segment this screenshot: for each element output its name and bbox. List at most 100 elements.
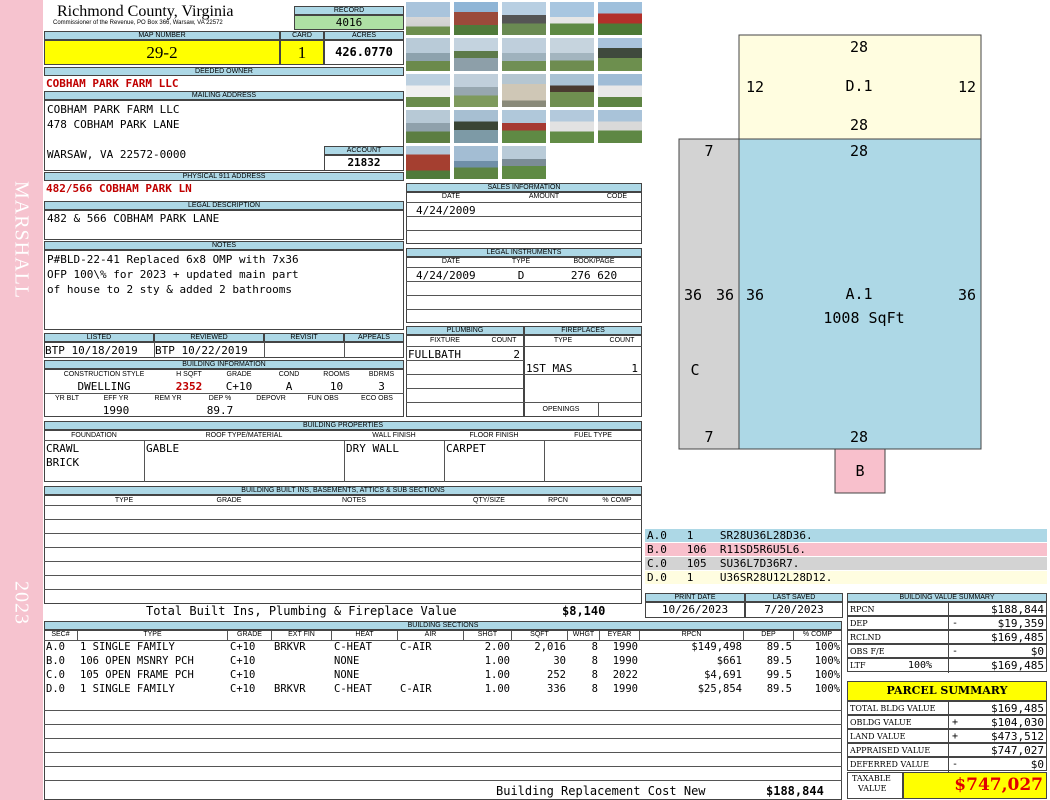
bi2-h-qty: QTY/SIZE: [473, 497, 505, 504]
photo-23[interactable]: [501, 145, 547, 180]
photo-15[interactable]: [597, 73, 643, 108]
section-cell: 1.00: [484, 655, 510, 667]
section-cell: C+10: [230, 655, 256, 667]
section-cell: 100%: [814, 683, 840, 695]
section-cell: $25,854: [697, 683, 742, 695]
section-cell: $4,691: [704, 669, 742, 681]
photo-12[interactable]: [453, 73, 499, 108]
section-cell: 100%: [814, 641, 840, 653]
photo-14[interactable]: [549, 73, 595, 108]
summary-label: OBLDG VALUE: [850, 718, 912, 727]
section-cell: 1990: [612, 683, 638, 695]
summary-value: $169,485: [991, 659, 1044, 672]
dim-a-bottom: 28: [850, 428, 868, 446]
summary-value: $169,485: [991, 702, 1044, 715]
photo-17[interactable]: [453, 109, 499, 144]
bi-cond: A: [285, 380, 293, 393]
parcel-summary-title: PARCEL SUMMARY: [847, 681, 1047, 701]
section-cell: 2,016: [534, 641, 566, 653]
sections-h-4: HEAT: [332, 631, 398, 640]
sections-h-1: TYPE: [78, 631, 228, 640]
photo-1[interactable]: [405, 1, 451, 36]
sections-h-6: SHGT: [464, 631, 512, 640]
bi-dep: 89.7: [206, 404, 234, 417]
bp-floor: CARPET: [446, 442, 486, 455]
last-saved: 7/20/2023: [745, 602, 843, 618]
bi2-h-grade: GRADE: [216, 497, 242, 504]
sections-h-8: WHGT: [568, 631, 600, 640]
photo-11[interactable]: [405, 73, 451, 108]
dim-a-top: 28: [850, 142, 868, 160]
dim-a-right: 36: [958, 286, 976, 304]
plumb-h-fixture: FIXTURE: [430, 337, 460, 344]
photo-16[interactable]: [405, 109, 451, 144]
photo-7[interactable]: [453, 37, 499, 72]
photo-18[interactable]: [501, 109, 547, 144]
photo-13[interactable]: [501, 73, 547, 108]
ps-rows-row: LAND VALUE + $473,512: [847, 729, 1047, 744]
label-a1-area: 1008 SqFt: [823, 309, 904, 327]
sections-h-5: AIR: [398, 631, 464, 640]
summary-label: OBS F/E: [850, 647, 885, 656]
legal-description-label: LEGAL DESCRIPTION: [44, 201, 404, 210]
photo-10[interactable]: [597, 37, 643, 72]
photo-8[interactable]: [501, 37, 547, 72]
bi-h-cond: COND: [278, 371, 300, 378]
section-cell: 1 SINGLE FAMILY: [80, 683, 175, 695]
vs-rows-row: RPCN $188,844: [847, 602, 1047, 617]
reviewed-label: REVIEWED: [154, 333, 264, 342]
section-cell: 2022: [612, 669, 638, 681]
summary-label: RPCN: [850, 605, 875, 614]
section-cell: 100%: [814, 655, 840, 667]
photo-5[interactable]: [597, 1, 643, 36]
bp-h-wall: WALL FINISH: [372, 432, 416, 439]
section-cell: 8: [591, 683, 598, 695]
bi-h-yrblt: YR BLT: [55, 395, 79, 402]
summary-label: TOTAL BLDG VALUE: [850, 704, 936, 713]
photo-20[interactable]: [597, 109, 643, 144]
label-a1: A.1: [845, 285, 872, 303]
li-book-1: 276 620: [570, 269, 618, 282]
map-number: 29-2: [44, 40, 280, 65]
photo-2[interactable]: [453, 1, 499, 36]
summary-sign: 100%: [908, 660, 933, 671]
ps-rows-row: TOTAL BLDG VALUE $169,485: [847, 701, 1047, 716]
photo-3[interactable]: [501, 1, 547, 36]
bi2-h-notes: NOTES: [341, 497, 367, 504]
sketch-legend-b: B.0 106 R11SD5R6U5L6.: [645, 543, 1047, 556]
sections-h-12: % COMP: [794, 631, 842, 640]
bi-effyr: 1990: [102, 404, 130, 417]
notes-line-1: P#BLD-22-41 Replaced 6x8 OMP with 7x36: [47, 253, 299, 266]
sales-date-1: 4/24/2009: [416, 204, 476, 217]
dim-c-left: 36: [684, 286, 702, 304]
photo-6[interactable]: [405, 37, 451, 72]
li-h-date: DATE: [441, 258, 461, 265]
last-saved-label: LAST SAVED: [745, 593, 843, 602]
section-cell: C-HEAT: [334, 641, 372, 653]
section-cell: C+10: [230, 683, 256, 695]
section-cell: $149,498: [691, 641, 742, 653]
photo-22[interactable]: [453, 145, 499, 180]
county-title: Richmond County, Virginia: [57, 3, 234, 20]
physical-address: 482/566 COBHAM PARK LN: [46, 182, 192, 195]
section-cell: 89.5: [766, 683, 792, 695]
section-cell: 89.5: [766, 641, 792, 653]
built-ins-total-value: $8,140: [562, 604, 606, 618]
photo-21[interactable]: [405, 145, 451, 180]
photo-4[interactable]: [549, 1, 595, 36]
section-cell: 8: [591, 655, 598, 667]
dim-c-bottom: 7: [704, 428, 713, 446]
bi2-h-rpcn: RPCN: [548, 497, 568, 504]
reviewed-value: BTP 10/22/2019: [155, 344, 248, 357]
photo-19[interactable]: [549, 109, 595, 144]
built-ins-total-label: Total Built Ins, Plumbing & Fireplace Va…: [146, 604, 457, 618]
mailing-line-2: 478 COBHAM PARK LANE: [47, 118, 180, 131]
side-owner-name: MARSHALL: [10, 180, 33, 300]
bi2-h-comp: % COMP: [602, 497, 632, 504]
photo-9[interactable]: [549, 37, 595, 72]
dim-c-right: 36: [716, 286, 734, 304]
vs-rows-row: DEP - $19,359: [847, 616, 1047, 631]
dim-c-top: 7: [704, 142, 713, 160]
section-cell: 100%: [814, 669, 840, 681]
label-b: B: [855, 462, 864, 480]
